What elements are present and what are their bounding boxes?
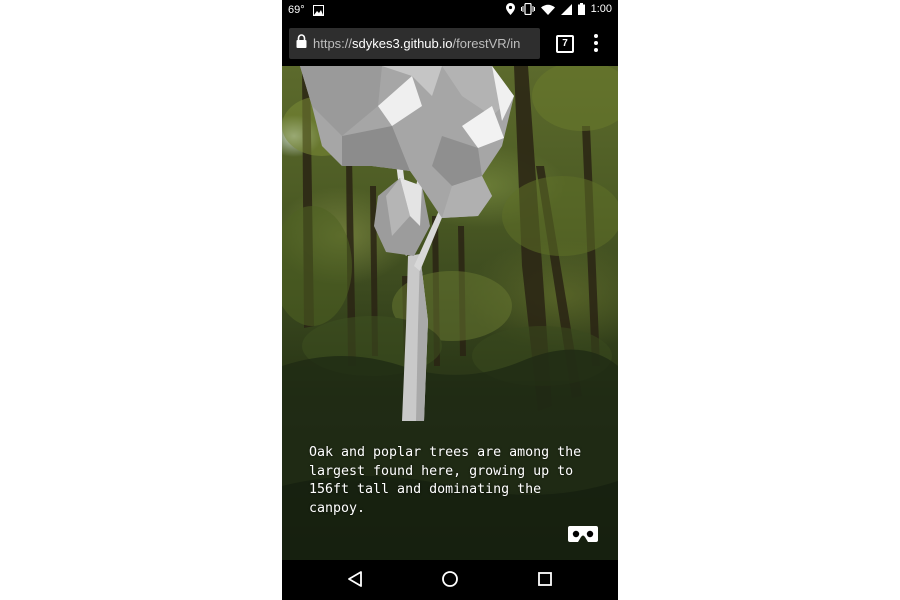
browser-toolbar: https://sdykes3.github.io/forestVR/in 7 — [282, 22, 618, 66]
wifi-icon — [540, 4, 555, 15]
tree-caption: Oak and poplar trees are among the large… — [309, 445, 582, 516]
tab-switcher-button[interactable]: 7 — [556, 35, 574, 53]
battery-icon — [577, 3, 585, 15]
temperature-label: 69° — [288, 4, 305, 16]
address-bar[interactable]: https://sdykes3.github.io/forestVR/in — [289, 28, 540, 59]
overflow-menu-button[interactable] — [593, 34, 599, 54]
vr-scene[interactable]: Oak and poplar trees are among the large… — [282, 66, 618, 560]
url-path: /forestVR/in — [452, 36, 521, 51]
status-right: 1:00 — [505, 3, 612, 15]
image-icon — [312, 4, 324, 16]
home-icon[interactable] — [441, 570, 459, 593]
status-bar: 69° 1:00 — [282, 0, 618, 22]
recents-icon[interactable] — [537, 570, 553, 593]
url-text: https://sdykes3.github.io/forestVR/in — [313, 36, 535, 51]
navigation-bar — [282, 560, 618, 600]
location-icon — [505, 3, 515, 15]
vr-headset-icon[interactable] — [568, 524, 598, 544]
status-left: 69° — [288, 4, 324, 16]
signal-icon — [560, 3, 572, 15]
url-host: sdykes3.github.io — [352, 36, 453, 51]
vibrate-icon — [520, 3, 535, 15]
back-icon[interactable] — [347, 570, 363, 593]
url-scheme: https:// — [313, 36, 353, 51]
lock-icon — [296, 34, 307, 53]
tab-count: 7 — [562, 38, 568, 49]
clock: 1:00 — [590, 3, 612, 15]
phone-screen: 69° 1:00 https://sdykes3.github.io/fores… — [282, 0, 618, 600]
